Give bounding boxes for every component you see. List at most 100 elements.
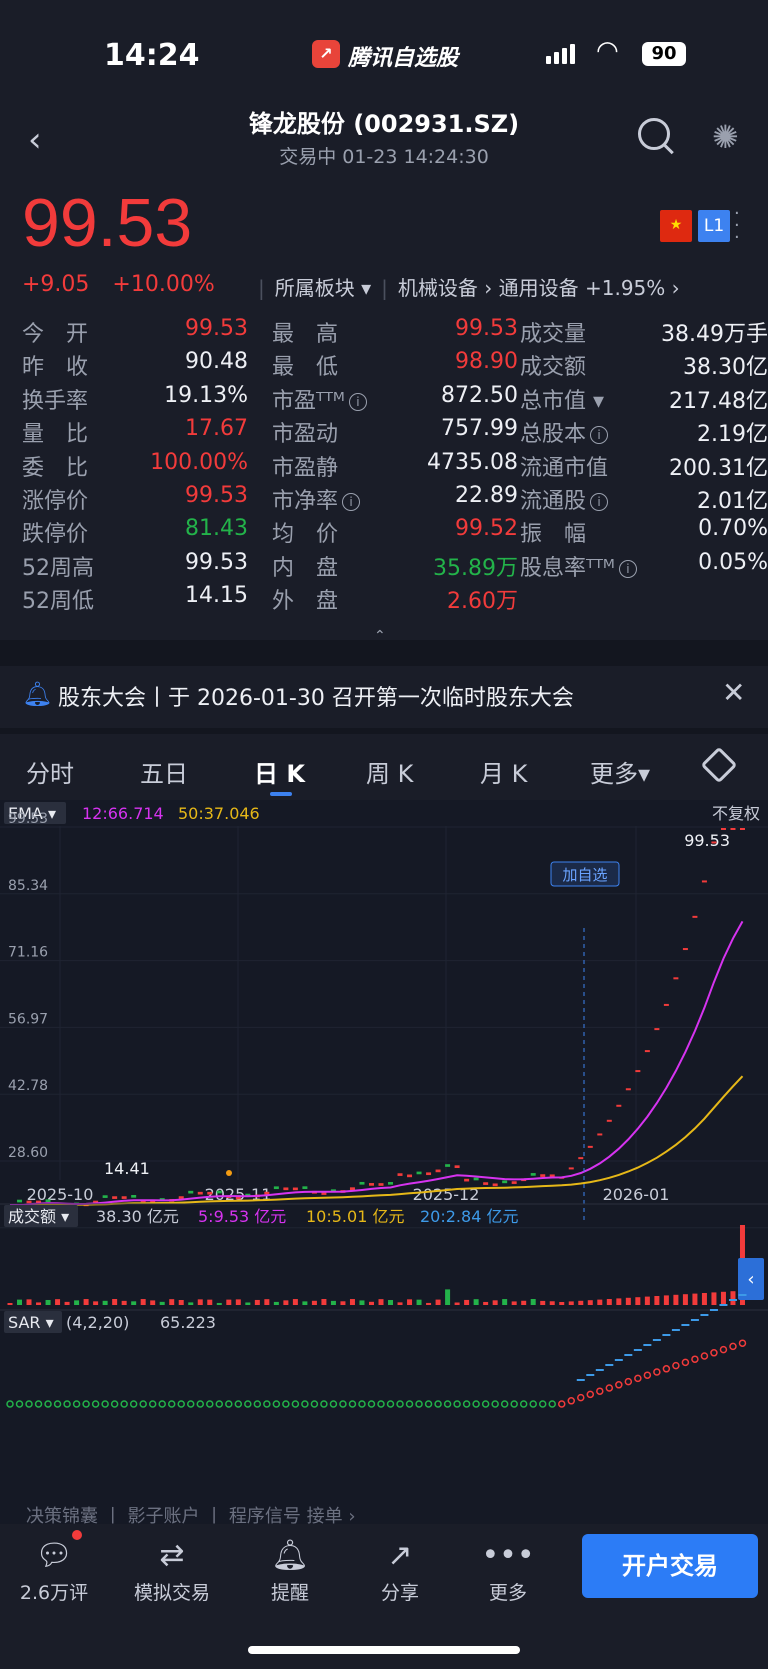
close-icon[interactable]: ✕	[722, 676, 745, 709]
tab-intraday[interactable]: 分时	[26, 754, 74, 789]
sar-dot	[53, 1400, 62, 1408]
stat-label: 昨 收	[22, 355, 89, 381]
sar-dot	[519, 1400, 528, 1408]
volume-bar	[74, 1300, 80, 1305]
stat-value: 2.19亿	[697, 422, 768, 448]
level-badge[interactable]: L1	[698, 210, 730, 242]
stat-value: 19.13%	[164, 382, 248, 408]
tab-monthly-k[interactable]: 月 K	[480, 754, 527, 789]
volume-bar	[207, 1299, 213, 1305]
stats-row: 52周高 99.53 内 盘 35.89万 股息率ᵀᵀᴹ i 0.05%	[22, 550, 768, 584]
candle	[197, 1191, 203, 1195]
stat-label[interactable]: 市盈ᵀᵀᴹ i	[272, 383, 367, 415]
stat-value: 99.53	[185, 483, 248, 508]
adjust-toggle[interactable]: 不复权	[712, 804, 760, 823]
candle	[273, 1186, 279, 1190]
sar-dot	[301, 1400, 309, 1408]
stat-label: 换手率	[22, 388, 89, 414]
stat-label: 成交额	[520, 355, 587, 381]
search-icon[interactable]	[638, 118, 670, 150]
notice-text[interactable]: 股东大会丨于 2026-01-30 召开第一次临时股东大会	[58, 680, 574, 712]
collapse-icon[interactable]: ⌃	[374, 628, 386, 644]
sar-dot	[367, 1400, 376, 1408]
volume-bar	[216, 1302, 222, 1305]
sector-link-general[interactable]: 通用设备 +1.95% ›	[499, 276, 680, 300]
more-vertical-icon[interactable]: · · ·	[734, 205, 740, 247]
sar-dot	[548, 1400, 556, 1408]
sar-dot	[615, 1381, 623, 1389]
sar-dot	[738, 1339, 747, 1347]
stat-value: 0.70%	[698, 516, 768, 542]
volume-bar	[121, 1300, 127, 1305]
remind-button[interactable]: 🔔︎ 提醒	[240, 1534, 340, 1605]
sector-dropdown[interactable]: 所属板块 ▾	[275, 276, 371, 300]
simulate-trade-button[interactable]: ⇄ 模拟交易	[122, 1534, 222, 1605]
tools-row[interactable]: 决策锦囊 丨 影子账户 丨 程序信号 接单 ›	[26, 1506, 356, 1527]
sar-dot	[215, 1400, 224, 1408]
share-button[interactable]: ↗ 分享	[350, 1534, 450, 1605]
ema50-value: 50:37.046	[178, 804, 260, 823]
candle	[606, 1119, 612, 1122]
volume-bar	[483, 1301, 489, 1305]
volume-bar	[169, 1299, 175, 1305]
volume-bar	[502, 1299, 508, 1305]
stat-label[interactable]: 市净率 i	[272, 483, 361, 515]
volume-bar	[359, 1300, 365, 1305]
volume-label[interactable]: 成交额 ▾	[8, 1207, 69, 1226]
sar-dot	[310, 1400, 319, 1408]
stat-label[interactable]: 流通股 i	[520, 483, 609, 515]
sar-dot	[82, 1400, 90, 1408]
more-horizontal-icon: •••	[481, 1538, 535, 1573]
tab-daily-k[interactable]: 日 K	[254, 754, 305, 789]
candle	[102, 1195, 108, 1198]
sar-dot	[139, 1400, 147, 1408]
sar-dot	[358, 1400, 366, 1408]
sar-dot	[320, 1400, 328, 1408]
volume-bar	[64, 1301, 70, 1305]
open-account-button[interactable]: 开户交易	[582, 1534, 758, 1598]
info-icon[interactable]: i	[348, 392, 367, 411]
sar-dot	[634, 1374, 642, 1383]
more-button[interactable]: ••• 更多	[458, 1534, 558, 1605]
stat-label: 成交量	[520, 322, 587, 347]
sector-link-machinery[interactable]: 机械设备 ›	[398, 276, 492, 300]
kline-chart[interactable]: EMA ▾ 12:66.714 50:37.046 不复权 99.5385.34…	[0, 800, 768, 1527]
chevron-left-icon: ‹	[747, 1269, 754, 1290]
stat-label: 流通市值	[520, 455, 609, 481]
chart-area[interactable]: EMA ▾ 12:66.714 50:37.046 不复权 99.53 85.34…	[0, 800, 768, 1527]
candle	[625, 1088, 631, 1091]
comments-button[interactable]: 💬︎ 2.6万评	[4, 1534, 104, 1605]
candle	[292, 1187, 298, 1191]
candle	[492, 1183, 498, 1187]
sar-dot	[158, 1400, 166, 1408]
status-time: 14:24	[104, 38, 200, 73]
candle	[359, 1181, 365, 1185]
volume-bar	[349, 1299, 355, 1305]
candle	[407, 1174, 413, 1178]
sar-dot	[405, 1400, 414, 1408]
volume-bar	[692, 1293, 698, 1305]
share-icon: ↗	[387, 1538, 413, 1573]
candle	[121, 1196, 127, 1199]
tab-more[interactable]: 更多▾	[590, 754, 650, 789]
sar-dot	[529, 1400, 537, 1408]
stat-label: 跌停价	[22, 522, 89, 548]
tab-five-day[interactable]: 五日	[140, 754, 188, 789]
stat-label: 委 比	[22, 455, 89, 481]
event-marker[interactable]	[226, 1170, 232, 1176]
stat-label: 量 比	[22, 422, 89, 448]
volume-bar	[492, 1300, 498, 1305]
candle	[388, 1181, 394, 1185]
stats-row: 涨停价 99.53 市净率 i 22.89 流通股 i 2.01亿	[22, 483, 768, 517]
tab-weekly-k[interactable]: 周 K	[366, 754, 413, 789]
stat-label[interactable]: 总股本 i	[520, 416, 609, 448]
sector-links: | 所属板块 ▾ | 机械设备 › 通用设备 +1.95% ›	[258, 276, 680, 300]
volume-bar	[330, 1300, 336, 1305]
stats-row: 跌停价 81.43 均 价 99.52 振 幅 0.70%	[22, 516, 768, 550]
info-icon[interactable]: i	[342, 493, 361, 511]
volume-bar	[264, 1299, 270, 1305]
volume-bar	[635, 1297, 641, 1305]
volume-bar	[140, 1299, 146, 1305]
sar-label[interactable]: SAR ▾	[8, 1313, 54, 1332]
sar-dot	[63, 1400, 71, 1408]
